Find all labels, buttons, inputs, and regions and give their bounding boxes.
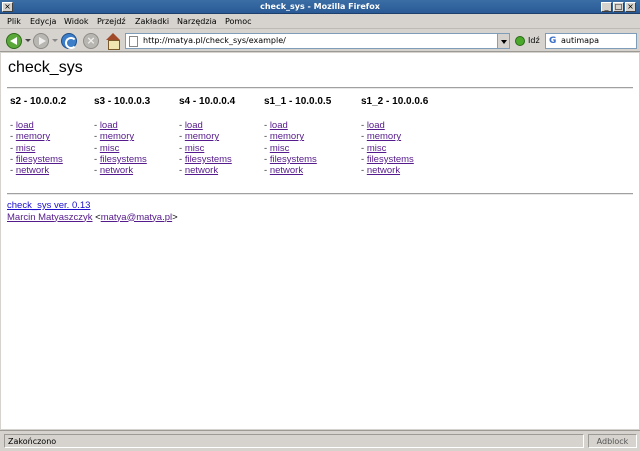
divider [7, 193, 633, 195]
server-column: s4 - 10.0.0.4 - load - memory - misc - f… [179, 96, 236, 177]
server-column: s1_2 - 10.0.0.6 - load - memory - misc -… [361, 96, 429, 177]
link-misc[interactable]: misc [185, 143, 205, 154]
forward-dropdown-icon[interactable] [52, 39, 58, 42]
server-column: s2 - 10.0.0.2 - load - memory - misc - f… [10, 96, 67, 177]
link-load[interactable]: load [185, 120, 203, 131]
url-input[interactable]: http://matya.pl/check_sys/example/ [143, 34, 286, 48]
go-button[interactable]: Idź [528, 35, 540, 47]
link-memory[interactable]: memory [16, 131, 50, 142]
link-misc[interactable]: misc [100, 143, 120, 154]
link-memory[interactable]: memory [185, 131, 219, 142]
link-network[interactable]: network [100, 165, 133, 176]
window-title: check_sys - Mozilla Firefox [260, 2, 380, 11]
reload-icon[interactable] [61, 33, 77, 49]
link-load[interactable]: load [270, 120, 288, 131]
window-maximize-button[interactable]: □ [613, 2, 624, 12]
url-history-dropdown-icon[interactable] [497, 34, 509, 48]
server-heading: s4 - 10.0.0.4 [179, 96, 236, 107]
status-bar: Zakończono Adblock [0, 430, 640, 451]
link-memory[interactable]: memory [100, 131, 134, 142]
menu-edit[interactable]: Edycja [30, 16, 56, 28]
author-link[interactable]: Marcin Matyaszczyk [7, 212, 93, 223]
server-heading: s1_2 - 10.0.0.6 [361, 96, 429, 107]
back-icon[interactable] [6, 33, 22, 49]
link-filesystems[interactable]: filesystems [16, 154, 63, 165]
menu-tools[interactable]: Narzędzia [177, 16, 217, 28]
link-filesystems[interactable]: filesystems [367, 154, 414, 165]
stop-icon[interactable] [83, 33, 99, 49]
server-column: s1_1 - 10.0.0.5 - load - memory - misc -… [264, 96, 332, 177]
divider [7, 87, 633, 89]
menu-view[interactable]: Widok [64, 16, 89, 28]
home-icon[interactable] [105, 33, 121, 50]
link-misc[interactable]: misc [367, 143, 387, 154]
link-load[interactable]: load [100, 120, 118, 131]
author-email-link[interactable]: matya@matya.pl [101, 212, 172, 223]
url-bar[interactable]: http://matya.pl/check_sys/example/ [125, 33, 510, 49]
menu-bookmarks[interactable]: Zakładki [135, 16, 169, 28]
forward-icon[interactable] [33, 33, 49, 49]
link-load[interactable]: load [367, 120, 385, 131]
google-icon[interactable]: G [549, 36, 556, 47]
link-network[interactable]: network [270, 165, 303, 176]
link-memory[interactable]: memory [367, 131, 401, 142]
menu-go[interactable]: Przejdź [97, 16, 126, 28]
go-icon[interactable] [515, 36, 525, 46]
page-title: check_sys [8, 59, 83, 76]
server-column: s3 - 10.0.0.3 - load - memory - misc - f… [94, 96, 151, 177]
link-filesystems[interactable]: filesystems [185, 154, 232, 165]
search-box[interactable]: G autimapa [545, 33, 637, 49]
search-input[interactable]: autimapa [561, 34, 599, 48]
server-heading: s2 - 10.0.0.2 [10, 96, 67, 107]
link-misc[interactable]: misc [16, 143, 36, 154]
footer: check_sys ver. 0.13 Marcin Matyaszczyk <… [7, 200, 178, 223]
menu-bar: Plik Edycja Widok Przejdź Zakładki Narzę… [0, 15, 640, 29]
link-misc[interactable]: misc [270, 143, 290, 154]
page-content: check_sys s2 - 10.0.0.2 - load - memory … [1, 53, 639, 429]
link-network[interactable]: network [367, 165, 400, 176]
link-network[interactable]: network [185, 165, 218, 176]
window-minimize-button[interactable]: _ [601, 2, 612, 12]
menu-help[interactable]: Pomoc [225, 16, 252, 28]
link-memory[interactable]: memory [270, 131, 304, 142]
window-titlebar: × check_sys - Mozilla Firefox _ □ × [0, 0, 640, 14]
link-network[interactable]: network [16, 165, 49, 176]
link-load[interactable]: load [16, 120, 34, 131]
link-filesystems[interactable]: filesystems [270, 154, 317, 165]
window-close-button[interactable]: × [625, 2, 636, 12]
menu-file[interactable]: Plik [7, 16, 21, 28]
page-icon [129, 36, 138, 47]
link-filesystems[interactable]: filesystems [100, 154, 147, 165]
version-link[interactable]: check_sys ver. 0.13 [7, 200, 90, 211]
status-text: Zakończono [4, 434, 584, 448]
adblock-button[interactable]: Adblock [588, 434, 637, 448]
server-heading: s3 - 10.0.0.3 [94, 96, 151, 107]
back-dropdown-icon[interactable] [25, 39, 31, 42]
navigation-toolbar: http://matya.pl/check_sys/example/ Idź G… [0, 30, 640, 52]
server-heading: s1_1 - 10.0.0.5 [264, 96, 332, 107]
